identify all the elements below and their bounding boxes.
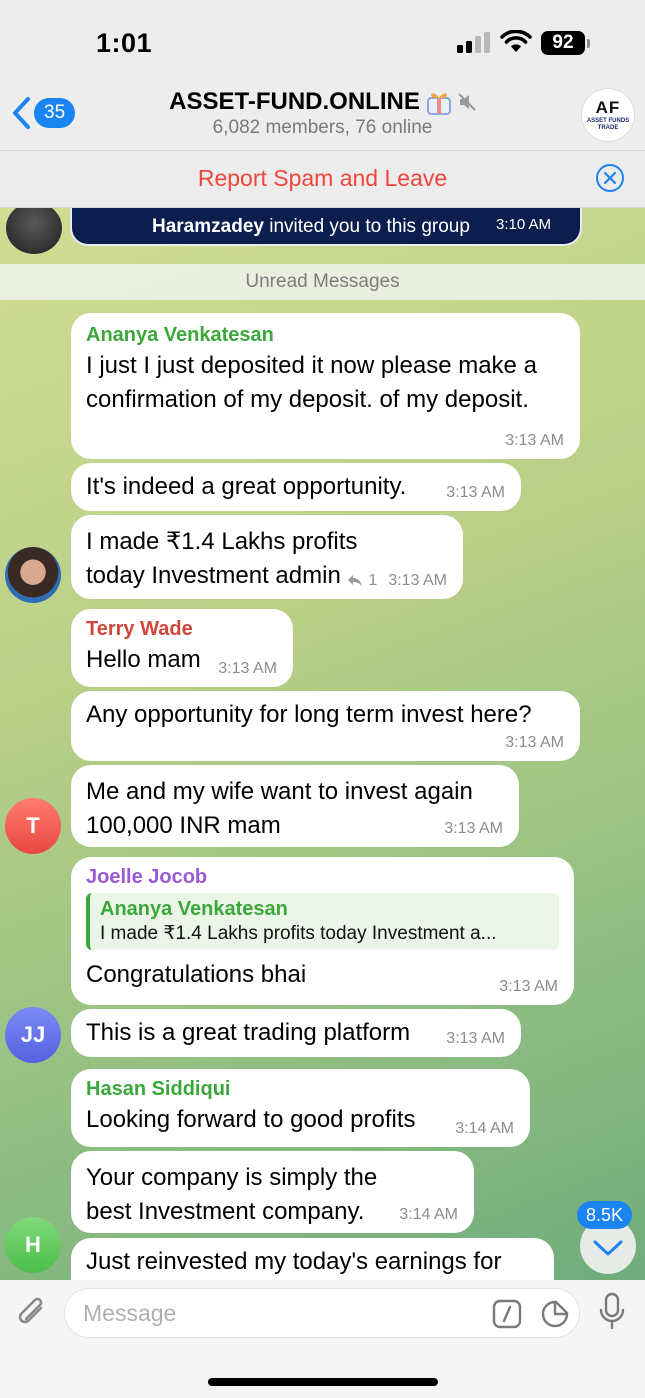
group-avatar[interactable]: AF ASSET FUNDS TRADE	[581, 88, 635, 142]
message-time: 3:13 AM	[444, 820, 503, 837]
member-count: 6,082 members, 76 online	[212, 117, 433, 138]
message-bubble[interactable]: Any opportunity for long term invest her…	[71, 691, 580, 761]
message-time: 3:13 AM	[446, 484, 505, 501]
message-bubble[interactable]: Joelle Jocob Ananya Venkatesan I made ₹1…	[71, 857, 574, 1005]
message-list[interactable]: Haramzadey invited you to this group 3:1…	[0, 208, 645, 1280]
reply-quote[interactable]: Ananya Venkatesan I made ₹1.4 Lakhs prof…	[86, 893, 559, 950]
message-time: 3:13 AM	[505, 432, 564, 449]
chat-title: ASSET-FUND.ONLINE	[169, 88, 420, 115]
avatar[interactable]	[6, 208, 62, 254]
paperclip-icon[interactable]	[14, 1294, 50, 1332]
message-text: Hello mam	[86, 646, 201, 673]
message-text: Any opportunity for long term invest her…	[86, 701, 532, 728]
message-text: It's indeed a great opportunity.	[86, 473, 407, 500]
message-bubble[interactable]: Just reinvested my today's earnings for	[71, 1238, 554, 1280]
bot-command-icon[interactable]	[492, 1299, 522, 1329]
message-bubble[interactable]: Terry Wade Hello mam 3:13 AM	[71, 609, 293, 687]
inviter-name: Haramzadey	[152, 216, 264, 237]
status-bar: 1:01 92	[0, 0, 645, 88]
message-bubble[interactable]: I made ₹1.4 Lakhs profits today Investme…	[71, 515, 463, 599]
quote-text: I made ₹1.4 Lakhs profits today Investme…	[100, 923, 497, 944]
muted-speaker-icon	[458, 93, 476, 111]
chat-title-area[interactable]: ASSET-FUND.ONLINE 6,082 members, 76 onli…	[0, 88, 645, 139]
quote-sender: Ananya Venkatesan	[100, 898, 288, 920]
message-bubble[interactable]: Ananya Venkatesan I just I just deposite…	[71, 313, 580, 459]
message-time: 3:13 AM	[446, 1030, 505, 1047]
message-placeholder: Message	[83, 1300, 177, 1326]
microphone-icon[interactable]	[597, 1292, 627, 1332]
message-text: Just reinvested my today's earnings for	[86, 1248, 502, 1275]
message-bubble[interactable]: Me and my wife want to invest again 100,…	[71, 765, 519, 847]
message-text: Your company is simply the best Investme…	[86, 1164, 378, 1225]
reply-count: 1	[368, 572, 378, 589]
message-time: 3:13 AM	[218, 660, 277, 677]
message-text: Me and my wife want to invest again 100,…	[86, 778, 473, 839]
message-text: Looking forward to good profits	[86, 1106, 416, 1133]
sender-name[interactable]: Ananya Venkatesan	[86, 323, 565, 347]
chat-header: 35 ASSET-FUND.ONLINE 6,082 members, 76 o…	[0, 88, 645, 150]
wifi-icon	[500, 30, 532, 52]
message-time: 3:14 AM	[399, 1206, 458, 1223]
battery-icon: 92	[541, 31, 585, 55]
message-time: 3:10 AM	[496, 216, 552, 233]
avatar[interactable]: H	[5, 1217, 61, 1273]
avatar[interactable]: JJ	[5, 1007, 61, 1063]
report-spam-bar: Report Spam and Leave	[0, 150, 645, 208]
status-time: 1:01	[96, 28, 153, 58]
avatar[interactable]: T	[5, 798, 61, 854]
message-bubble[interactable]: Hasan Siddiqui Looking forward to good p…	[71, 1069, 530, 1147]
message-time: 3:14 AM	[455, 1120, 514, 1137]
message-time: 3:13 AM	[499, 978, 558, 995]
home-indicator	[208, 1378, 438, 1386]
close-icon[interactable]	[595, 163, 625, 193]
reply-icon	[348, 575, 363, 587]
sender-name[interactable]: Terry Wade	[86, 617, 278, 641]
sticker-icon[interactable]	[540, 1299, 570, 1329]
message-time: 3:13 AM	[388, 572, 447, 589]
unread-mentions-badge: 8.5K	[577, 1201, 633, 1229]
cellular-signal-icon	[457, 32, 490, 53]
message-time: 3:13 AM	[505, 734, 564, 751]
message-text: This is a great trading platform	[86, 1019, 411, 1046]
gift-emoji-icon	[427, 93, 451, 115]
message-text: Congratulations bhai	[86, 961, 307, 988]
group-logo-text: AF	[595, 98, 621, 117]
unread-messages-divider: Unread Messages	[0, 264, 645, 300]
sender-name[interactable]: Hasan Siddiqui	[86, 1077, 515, 1101]
report-spam-button[interactable]: Report Spam and Leave	[0, 165, 645, 192]
composer-bar: Message	[0, 1280, 645, 1398]
message-bubble[interactable]: It's indeed a great opportunity. 3:13 AM	[71, 463, 521, 511]
message-bubble[interactable]: This is a great trading platform 3:13 AM	[71, 1009, 521, 1057]
avatar[interactable]	[5, 547, 61, 603]
message-input[interactable]: Message	[64, 1288, 580, 1338]
message-text: I just I just deposited it now please ma…	[86, 352, 537, 413]
message-bubble[interactable]: Your company is simply the best Investme…	[71, 1151, 474, 1233]
sender-name[interactable]: Joelle Jocob	[86, 865, 559, 889]
group-logo-subtext: ASSET FUNDS TRADE	[586, 118, 630, 131]
